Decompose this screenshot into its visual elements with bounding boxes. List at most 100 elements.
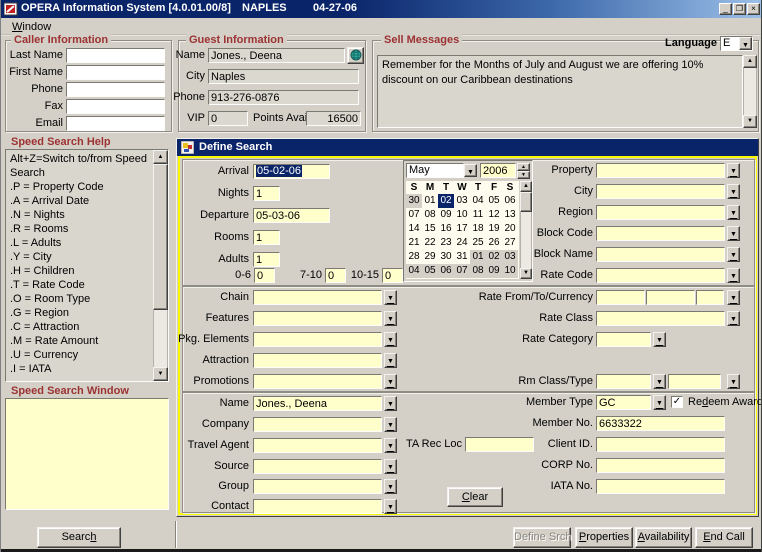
help-item[interactable]: .O = Room Type [10, 292, 148, 306]
rm-type-lov-button[interactable] [727, 374, 740, 389]
calendar-day[interactable]: 05 [422, 264, 438, 278]
travel-agent-input[interactable] [253, 438, 382, 453]
rate-code-input[interactable] [596, 268, 725, 283]
guest-phone-field[interactable] [208, 90, 359, 105]
iata-no-input[interactable] [596, 479, 725, 494]
calendar-day[interactable]: 15 [422, 222, 438, 236]
end-call-button[interactable]: End Call [695, 527, 753, 548]
attraction-input[interactable] [253, 353, 382, 368]
corp-no-input[interactable] [596, 458, 725, 473]
group-lov-button[interactable] [384, 479, 397, 494]
calendar-day[interactable]: 30 [406, 194, 422, 208]
rm-class-input[interactable] [596, 374, 651, 389]
redeem-award-checkbox[interactable] [671, 396, 683, 408]
rate-class-lov-button[interactable] [727, 311, 740, 326]
help-item[interactable]: .P = Property Code [10, 180, 148, 194]
help-item[interactable]: .G = Region [10, 306, 148, 320]
minimize-button[interactable]: _ [719, 3, 732, 15]
company-input[interactable] [253, 417, 382, 432]
member-type-lov-button[interactable] [653, 395, 666, 410]
block-code-lov-button[interactable] [727, 226, 740, 241]
city-input[interactable] [596, 184, 725, 199]
help-item[interactable]: .N = Nights [10, 208, 148, 222]
source-input[interactable] [253, 459, 382, 474]
member-no-input[interactable] [596, 416, 725, 431]
calendar-day[interactable]: 29 [422, 250, 438, 264]
rate-currency-input[interactable] [696, 290, 724, 305]
rate-category-input[interactable] [596, 332, 651, 347]
rate-currency-lov-button[interactable] [727, 290, 740, 305]
rate-to-input[interactable] [646, 290, 695, 305]
features-input[interactable] [253, 311, 382, 326]
search-button[interactable]: Search [37, 527, 121, 548]
profile-name-input[interactable] [253, 396, 382, 411]
calendar-day[interactable]: 04 [406, 264, 422, 278]
contact-input[interactable] [253, 499, 382, 514]
calendar-day[interactable]: 21 [406, 236, 422, 250]
calendar-day[interactable]: 22 [422, 236, 438, 250]
property-input[interactable] [596, 163, 725, 178]
help-item[interactable]: .M = Rate Amount [10, 334, 148, 348]
calendar-day[interactable]: 08 [422, 208, 438, 222]
help-item[interactable]: .H = Children [10, 264, 148, 278]
features-lov-button[interactable] [384, 311, 397, 326]
help-item[interactable]: .L = Adults [10, 236, 148, 250]
calendar-day[interactable]: 01 [422, 194, 438, 208]
rate-code-lov-button[interactable] [727, 268, 740, 283]
calendar-day[interactable]: 28 [406, 250, 422, 264]
scroll-down-icon[interactable]: ▼ [743, 115, 757, 128]
rm-class-lov-button[interactable] [653, 374, 666, 389]
help-item[interactable]: .I = IATA [10, 362, 148, 376]
points-avail-field[interactable] [306, 111, 361, 126]
source-lov-button[interactable] [384, 459, 397, 474]
departure-input[interactable] [253, 208, 330, 223]
maximize-button[interactable]: ❐ [733, 3, 746, 15]
rm-type-input[interactable] [668, 374, 721, 389]
rate-class-input[interactable] [596, 311, 725, 326]
availability-button[interactable]: Availability [635, 527, 692, 548]
block-code-input[interactable] [596, 226, 725, 241]
region-lov-button[interactable] [727, 205, 740, 220]
rate-from-input[interactable] [596, 290, 645, 305]
chain-lov-button[interactable] [384, 290, 397, 305]
contact-lov-button[interactable] [384, 499, 397, 514]
scroll-up-icon[interactable]: ▲ [743, 55, 757, 68]
guest-name-field[interactable] [208, 48, 345, 63]
rooms-input[interactable] [253, 230, 280, 245]
attraction-lov-button[interactable] [384, 353, 397, 368]
block-name-input[interactable] [596, 247, 725, 262]
pkg-elements-lov-button[interactable] [384, 332, 397, 347]
region-input[interactable] [596, 205, 725, 220]
menu-window[interactable]: Window [8, 20, 55, 34]
properties-button[interactable]: Properties [575, 527, 633, 548]
property-lov-button[interactable] [727, 163, 740, 178]
children-0-6-input[interactable] [254, 268, 275, 283]
speed-search-input[interactable] [5, 398, 169, 510]
guest-city-field[interactable] [208, 69, 359, 84]
adults-input[interactable] [253, 252, 280, 267]
help-item[interactable]: .R = Rooms [10, 222, 148, 236]
help-item[interactable]: .A = Arrival Date [10, 194, 148, 208]
help-item[interactable]: .U = Currency [10, 348, 148, 362]
profile-name-lov-button[interactable] [384, 396, 397, 411]
block-name-lov-button[interactable] [727, 247, 740, 262]
city-lov-button[interactable] [727, 184, 740, 199]
client-id-input[interactable] [596, 437, 725, 452]
clear-button[interactable]: Clear [447, 487, 503, 507]
guest-profile-globe-button[interactable] [347, 47, 364, 64]
vip-field[interactable] [208, 111, 248, 126]
member-type-input[interactable] [596, 395, 651, 410]
promotions-lov-button[interactable] [384, 374, 397, 389]
pkg-elements-input[interactable] [253, 332, 382, 347]
help-item[interactable]: .Y = City [10, 250, 148, 264]
arrival-input[interactable]: 05-02-06 [253, 164, 330, 179]
help-item[interactable]: .C = Attraction [10, 320, 148, 334]
promotions-input[interactable] [253, 374, 382, 389]
group-input[interactable] [253, 479, 382, 494]
help-item[interactable]: Alt+Z=Switch to/from Speed Search [10, 152, 148, 180]
children-10-15-input[interactable] [382, 268, 403, 283]
help-item[interactable]: .T = Rate Code [10, 278, 148, 292]
company-lov-button[interactable] [384, 417, 397, 432]
help-scroll-up-icon[interactable]: ▲ [153, 150, 168, 164]
chain-input[interactable] [253, 290, 382, 305]
